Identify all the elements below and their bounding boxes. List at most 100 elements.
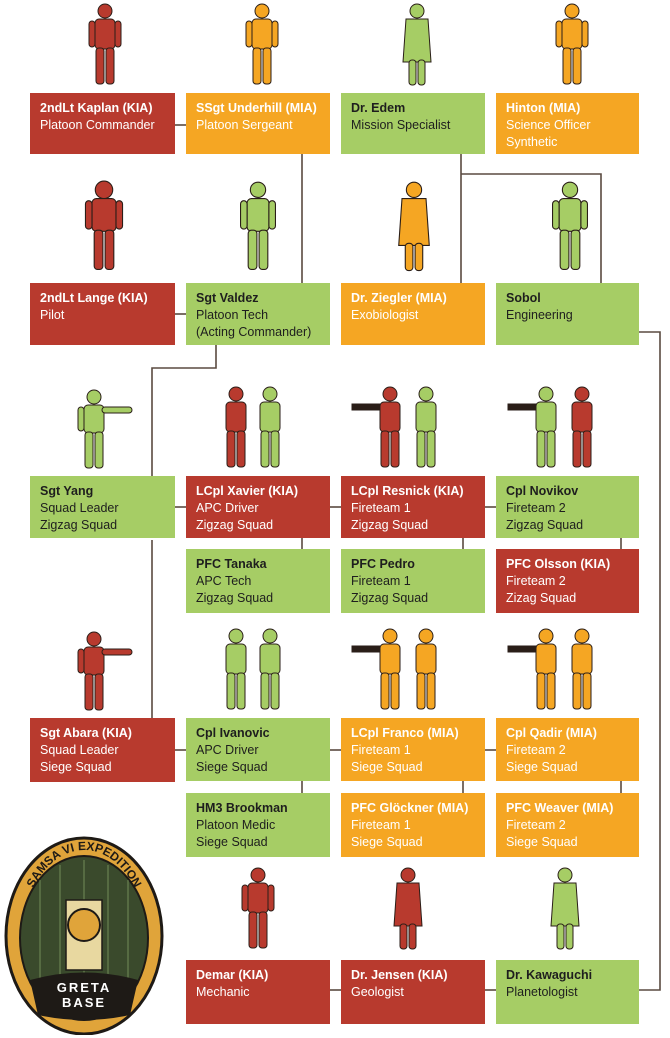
personnel-card-demar: Demar (KIA) Mechanic	[186, 960, 330, 1024]
personnel-squad: Siege Squad	[506, 835, 578, 849]
personnel-squad: Zigzag Squad	[196, 518, 274, 532]
personnel-role: Fireteam 1	[351, 501, 411, 515]
soldier-pair-figure-icon	[507, 386, 593, 468]
personnel-card-hinton: Hinton (MIA) Science Officer Synthetic	[496, 93, 639, 154]
personnel-name: PFC Weaver (MIA)	[506, 801, 614, 815]
seal-base-line2: BASE	[62, 995, 106, 1010]
personnel-role: Squad Leader	[40, 501, 119, 515]
personnel-card-sobol: Sobol Engineering	[496, 283, 639, 345]
personnel-name: Dr. Kawaguchi	[506, 968, 593, 982]
personnel-squad: Zigzag Squad	[196, 591, 274, 605]
engineer-figure-icon	[551, 181, 588, 270]
personnel-squad: Zigzag Squad	[351, 518, 429, 532]
personnel-card-novikov: Cpl Novikov Fireteam 2 Zigzag Squad	[496, 476, 639, 538]
connector	[639, 331, 661, 991]
expedition-seal-logo: SAMSA VI EXPEDITION GRETA BASE	[4, 836, 164, 1035]
personnel-name: PFC Glöckner (MIA)	[351, 801, 469, 815]
personnel-name: HM3 Brookman	[196, 801, 288, 815]
soldier-figure-icon	[88, 3, 122, 85]
personnel-card-ziegler: Dr. Ziegler (MIA) Exobiologist	[341, 283, 485, 345]
personnel-role: Fireteam 1	[351, 743, 411, 757]
scientist-figure-icon	[550, 867, 580, 950]
scientist-figure-icon	[402, 3, 432, 86]
personnel-role: Engineering	[506, 308, 573, 322]
personnel-name: 2ndLt Lange (KIA)	[40, 291, 148, 305]
personnel-card-abara: Sgt Abara (KIA) Squad Leader Siege Squad	[30, 718, 175, 782]
personnel-card-lange: 2ndLt Lange (KIA) Pilot	[30, 283, 175, 345]
personnel-name: 2ndLt Kaplan (KIA)	[40, 101, 153, 115]
personnel-role: Geologist	[351, 985, 404, 999]
personnel-name: Sgt Abara (KIA)	[40, 726, 132, 740]
personnel-name: Sobol	[506, 291, 541, 305]
personnel-name: Cpl Qadir (MIA)	[506, 726, 597, 740]
personnel-squad: Siege Squad	[196, 835, 268, 849]
personnel-role: Fireteam 1	[351, 574, 411, 588]
personnel-name: Cpl Novikov	[506, 484, 579, 498]
personnel-card-valdez: Sgt Valdez Platoon Tech (Acting Commande…	[186, 283, 330, 345]
personnel-role: APC Driver	[196, 743, 259, 757]
personnel-squad: Zizag Squad	[506, 591, 577, 605]
soldier-pair-figure-icon	[225, 628, 281, 710]
personnel-role: Fireteam 2	[506, 818, 566, 832]
personnel-role: Fireteam 2	[506, 501, 566, 515]
personnel-name: PFC Pedro	[351, 557, 415, 571]
personnel-role: Squad Leader	[40, 743, 119, 757]
personnel-role: Exobiologist	[351, 308, 419, 322]
personnel-role: APC Tech	[196, 574, 252, 588]
personnel-name: Dr. Edem	[351, 101, 406, 115]
soldier-pair-figure-icon	[351, 386, 437, 468]
personnel-role: Platoon Tech	[196, 308, 269, 322]
personnel-role: Fireteam 2	[506, 743, 566, 757]
personnel-card-franco: LCpl Franco (MIA) Fireteam 1 Siege Squad	[341, 718, 485, 781]
personnel-card-brookman: HM3 Brookman Platoon Medic Siege Squad	[186, 793, 330, 857]
personnel-name: LCpl Resnick (KIA)	[351, 484, 464, 498]
personnel-card-jensen: Dr. Jensen (KIA) Geologist	[341, 960, 485, 1024]
personnel-name: Cpl Ivanovic	[196, 726, 270, 740]
personnel-squad: Siege Squad	[40, 760, 112, 774]
pilot-figure-icon	[84, 180, 124, 270]
personnel-role: Fireteam 2	[506, 574, 566, 588]
personnel-role: Mechanic	[196, 985, 250, 999]
personnel-name: Dr. Jensen (KIA)	[351, 968, 448, 982]
personnel-role: Platoon Commander	[40, 118, 155, 132]
soldier-figure-icon	[245, 3, 279, 85]
personnel-card-glockner: PFC Glöckner (MIA) Fireteam 1 Siege Squa…	[341, 793, 485, 857]
personnel-name: LCpl Franco (MIA)	[351, 726, 459, 740]
personnel-name: Dr. Ziegler (MIA)	[351, 291, 447, 305]
personnel-name: Sgt Yang	[40, 484, 94, 498]
personnel-card-yang: Sgt Yang Squad Leader Zigzag Squad	[30, 476, 175, 538]
scientist-figure-icon	[398, 181, 430, 272]
soldier-pair-figure-icon	[351, 628, 437, 710]
personnel-card-kaplan: 2ndLt Kaplan (KIA) Platoon Commander	[30, 93, 175, 154]
personnel-squad: Zigzag Squad	[40, 518, 118, 532]
mechanic-figure-icon	[241, 867, 275, 949]
personnel-name: LCpl Xavier (KIA)	[196, 484, 299, 498]
personnel-name: Hinton (MIA)	[506, 101, 581, 115]
personnel-card-underhill: SSgt Underhill (MIA) Platoon Sergeant	[186, 93, 330, 154]
seal-base-line1: GRETA	[57, 980, 112, 995]
personnel-role: Pilot	[40, 308, 65, 322]
personnel-role: Platoon Sergeant	[196, 118, 293, 132]
personnel-name: PFC Olsson (KIA)	[506, 557, 611, 571]
personnel-card-pedro: PFC Pedro Fireteam 1 Zigzag Squad	[341, 549, 485, 613]
soldier-figure-icon	[240, 181, 276, 270]
personnel-card-qadir: Cpl Qadir (MIA) Fireteam 2 Siege Squad	[496, 718, 639, 781]
personnel-card-tanaka: PFC Tanaka APC Tech Zigzag Squad	[186, 549, 330, 613]
personnel-card-xavier: LCpl Xavier (KIA) APC Driver Zigzag Squa…	[186, 476, 330, 538]
personnel-name: SSgt Underhill (MIA)	[196, 101, 317, 115]
personnel-role: Science Officer	[506, 118, 591, 132]
personnel-squad: Siege Squad	[506, 760, 578, 774]
personnel-card-resnick: LCpl Resnick (KIA) Fireteam 1 Zigzag Squ…	[341, 476, 485, 538]
personnel-name: Sgt Valdez	[196, 291, 259, 305]
synthetic-figure-icon	[555, 3, 589, 85]
personnel-role: APC Driver	[196, 501, 259, 515]
personnel-name: PFC Tanaka	[196, 557, 267, 571]
personnel-card-kawaguchi: Dr. Kawaguchi Planetologist	[496, 960, 639, 1024]
pointing-soldier-figure-icon	[77, 631, 133, 711]
personnel-squad: Siege Squad	[196, 760, 268, 774]
personnel-role: Platoon Medic	[196, 818, 276, 832]
personnel-card-ivanovic: Cpl Ivanovic APC Driver Siege Squad	[186, 718, 330, 781]
soldier-pair-figure-icon	[507, 628, 593, 710]
pointing-soldier-figure-icon	[77, 389, 133, 469]
personnel-card-edem: Dr. Edem Mission Specialist	[341, 93, 485, 154]
